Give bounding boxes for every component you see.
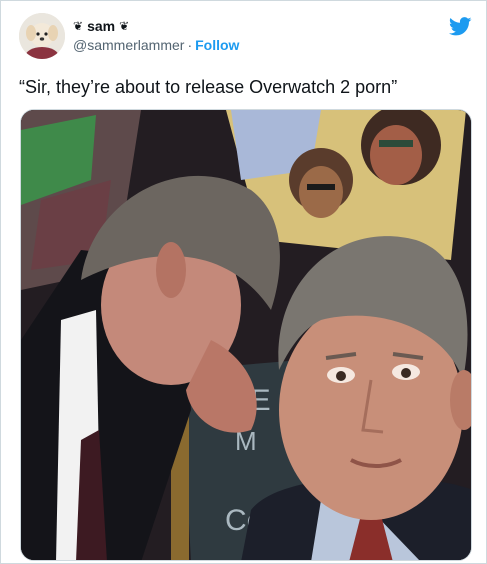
twitter-bird-icon[interactable] [449, 17, 472, 36]
separator-dot: · [187, 37, 193, 53]
flower-emoji-left: ❦ [73, 19, 84, 33]
flower-emoji-right: ❦ [119, 19, 130, 33]
tweet-text: “Sir, they’re about to release Overwatch… [19, 77, 398, 97]
handle-row: @sammerlammer · Follow [73, 36, 239, 55]
user-handle[interactable]: @sammerlammer [73, 37, 184, 53]
avatar-image [19, 13, 65, 59]
author-names: ❦ sam ❦ @sammerlammer · Follow [73, 17, 239, 55]
display-name-row[interactable]: ❦ sam ❦ [73, 17, 239, 36]
display-name[interactable]: sam [87, 17, 115, 36]
tweet-media-photo[interactable]: RE M Co [20, 109, 472, 561]
avatar[interactable] [19, 13, 65, 59]
tweet-header: ❦ sam ❦ @sammerlammer · Follow [19, 13, 239, 59]
photo-illustration: RE M Co [21, 110, 471, 560]
follow-button[interactable]: Follow [195, 37, 239, 53]
tweet-card: ❦ sam ❦ @sammerlammer · Follow “Sir, they’… [0, 0, 487, 564]
